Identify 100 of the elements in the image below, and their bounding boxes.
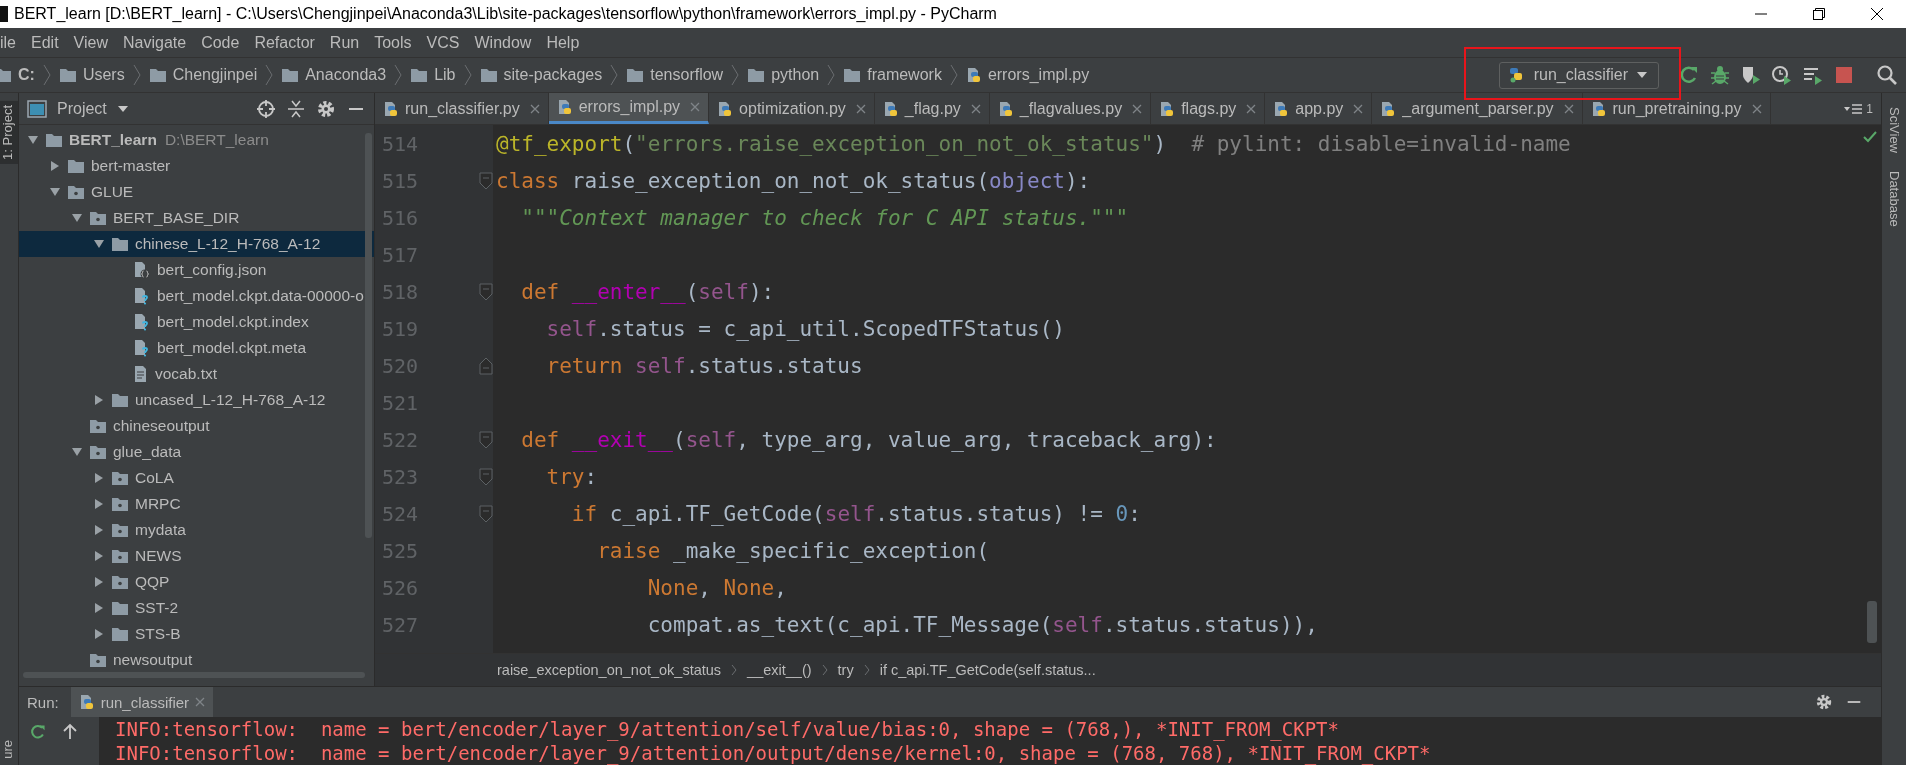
bug-icon[interactable]: [1709, 64, 1731, 86]
settings-icon[interactable]: [316, 98, 336, 119]
tool-window-tab[interactable]: ure: [0, 740, 18, 759]
search-icon[interactable]: [1876, 64, 1898, 86]
breadcrumb-item[interactable]: __exit__(): [747, 662, 812, 678]
scrollbar[interactable]: [1867, 601, 1877, 643]
editor-tab[interactable]: _argument_parser.py: [1372, 93, 1583, 124]
tree-row[interactable]: bert-master: [19, 153, 374, 179]
expanded-arrow-icon[interactable]: [49, 186, 61, 198]
stop-icon[interactable]: [1833, 64, 1855, 86]
fold-marker-icon[interactable]: [479, 467, 493, 486]
collapsed-arrow-icon[interactable]: [93, 498, 105, 510]
collapsed-arrow-icon[interactable]: [93, 550, 105, 562]
breadcrumb-item[interactable]: framework: [867, 66, 942, 84]
breadcrumb-item[interactable]: site-packages: [503, 66, 603, 84]
collapsed-arrow-icon[interactable]: [49, 160, 61, 172]
tab-list-button[interactable]: 1: [1835, 93, 1881, 124]
close-icon[interactable]: [195, 697, 206, 707]
breadcrumb-item[interactable]: Chengjinpei: [172, 66, 258, 84]
up-arrow-icon[interactable]: [61, 723, 79, 741]
tree-row[interactable]: bert_model.ckpt.data-00000-o: [19, 283, 374, 309]
editor-tab[interactable]: _flag.py: [874, 93, 990, 124]
breadcrumb-item[interactable]: Users: [82, 66, 125, 84]
rerun-icon[interactable]: [1678, 64, 1700, 86]
tree-row[interactable]: NEWS: [19, 543, 374, 569]
collapse-all-icon[interactable]: [286, 98, 306, 119]
close-icon[interactable]: [1353, 103, 1364, 114]
collapsed-arrow-icon[interactable]: [93, 472, 105, 484]
rerun-icon[interactable]: [29, 723, 47, 741]
tree-row[interactable]: STS-B: [19, 621, 374, 647]
menu-item[interactable]: View: [73, 33, 108, 52]
editor-tab[interactable]: optimization.py: [709, 93, 875, 124]
tree-row[interactable]: QQP: [19, 569, 374, 595]
breadcrumb-item[interactable]: raise_exception_on_not_ok_status: [497, 662, 722, 678]
tree-row[interactable]: mydata: [19, 517, 374, 543]
tree-row[interactable]: BERT_learn D:\BERT_learn: [19, 127, 374, 153]
collapsed-arrow-icon[interactable]: [93, 602, 105, 614]
editor-tab[interactable]: errors_impl.py: [548, 93, 710, 124]
menu-item[interactable]: Refactor: [254, 33, 315, 52]
crosshair-icon[interactable]: [256, 98, 276, 119]
tree-row[interactable]: vocab.txt: [19, 361, 374, 387]
editor-tab[interactable]: app.py: [1265, 93, 1373, 124]
clock-run-icon[interactable]: [1771, 64, 1793, 86]
tree-row[interactable]: MRPC: [19, 491, 374, 517]
breadcrumb-item[interactable]: Lib: [434, 66, 456, 84]
collapsed-arrow-icon[interactable]: [93, 576, 105, 588]
menu-item[interactable]: Navigate: [123, 33, 187, 52]
tool-window-tab[interactable]: 1: Project: [0, 101, 18, 164]
menu-item[interactable]: Window: [474, 33, 532, 52]
tool-window-tab[interactable]: Database: [1886, 171, 1902, 227]
tree-row[interactable]: uncased_L-12_H-768_A-12: [19, 387, 374, 413]
collapsed-arrow-icon[interactable]: [93, 394, 105, 406]
tree-row[interactable]: bert_config.json: [19, 257, 374, 283]
editor-tab[interactable]: _flagvalues.py: [989, 93, 1152, 124]
tree-row[interactable]: bert_model.ckpt.meta: [19, 335, 374, 361]
tree-row[interactable]: glue_data: [19, 439, 374, 465]
tree-row[interactable]: bert_model.ckpt.index: [19, 309, 374, 335]
shield-run-icon[interactable]: [1740, 64, 1762, 86]
scrollbar[interactable]: [365, 133, 372, 538]
breadcrumb-item[interactable]: try: [837, 662, 854, 678]
expanded-arrow-icon[interactable]: [71, 446, 83, 458]
collapsed-arrow-icon[interactable]: [93, 628, 105, 640]
tool-window-tab[interactable]: SciView: [1886, 107, 1902, 153]
close-icon[interactable]: [855, 103, 866, 114]
breadcrumb-item[interactable]: Anaconda3: [305, 66, 387, 84]
breadcrumb-item[interactable]: errors_impl.py: [987, 66, 1090, 84]
menu-item[interactable]: ile: [0, 33, 16, 52]
close-icon[interactable]: [1132, 103, 1143, 114]
editor-tab[interactable]: run_classifier.py: [375, 93, 549, 124]
collapsed-arrow-icon[interactable]: [93, 524, 105, 536]
menu-item[interactable]: Help: [546, 33, 580, 52]
fold-marker-icon[interactable]: [479, 171, 493, 190]
fold-marker-icon[interactable]: [479, 504, 493, 523]
tree-row[interactable]: SST-2: [19, 595, 374, 621]
project-view-dropdown[interactable]: Project: [57, 99, 129, 118]
run-config-dropdown[interactable]: run_classifier: [1498, 61, 1659, 89]
fold-marker-icon[interactable]: [479, 430, 493, 449]
close-icon[interactable]: [690, 102, 701, 112]
menu-item[interactable]: Code: [201, 33, 240, 52]
editor-tab[interactable]: flags.py: [1151, 93, 1266, 124]
expanded-arrow-icon[interactable]: [27, 134, 39, 146]
close-icon[interactable]: [1751, 103, 1762, 114]
tree-row[interactable]: chinese_L-12_H-768_A-12: [19, 231, 374, 257]
close-icon[interactable]: [529, 103, 540, 114]
close-icon[interactable]: [1563, 103, 1574, 114]
close-icon[interactable]: [970, 103, 981, 114]
editor-tab[interactable]: run_pretraining.py: [1582, 93, 1771, 124]
menu-item[interactable]: VCS: [426, 33, 460, 52]
tree-row[interactable]: chineseoutput: [19, 413, 374, 439]
tree-row[interactable]: GLUE: [19, 179, 374, 205]
breadcrumb-item[interactable]: C:: [18, 66, 35, 84]
tree-row[interactable]: CoLA: [19, 465, 374, 491]
breadcrumb-item[interactable]: python: [771, 66, 820, 84]
expanded-arrow-icon[interactable]: [93, 238, 105, 250]
menu-item[interactable]: Run: [329, 33, 360, 52]
tree-row[interactable]: BERT_BASE_DIR: [19, 205, 374, 231]
expanded-arrow-icon[interactable]: [71, 212, 83, 224]
run-tab[interactable]: run_classifier: [70, 687, 214, 717]
breadcrumb-item[interactable]: if c_api.TF_GetCode(self.status...: [879, 662, 1096, 678]
close-icon[interactable]: [1246, 103, 1257, 114]
